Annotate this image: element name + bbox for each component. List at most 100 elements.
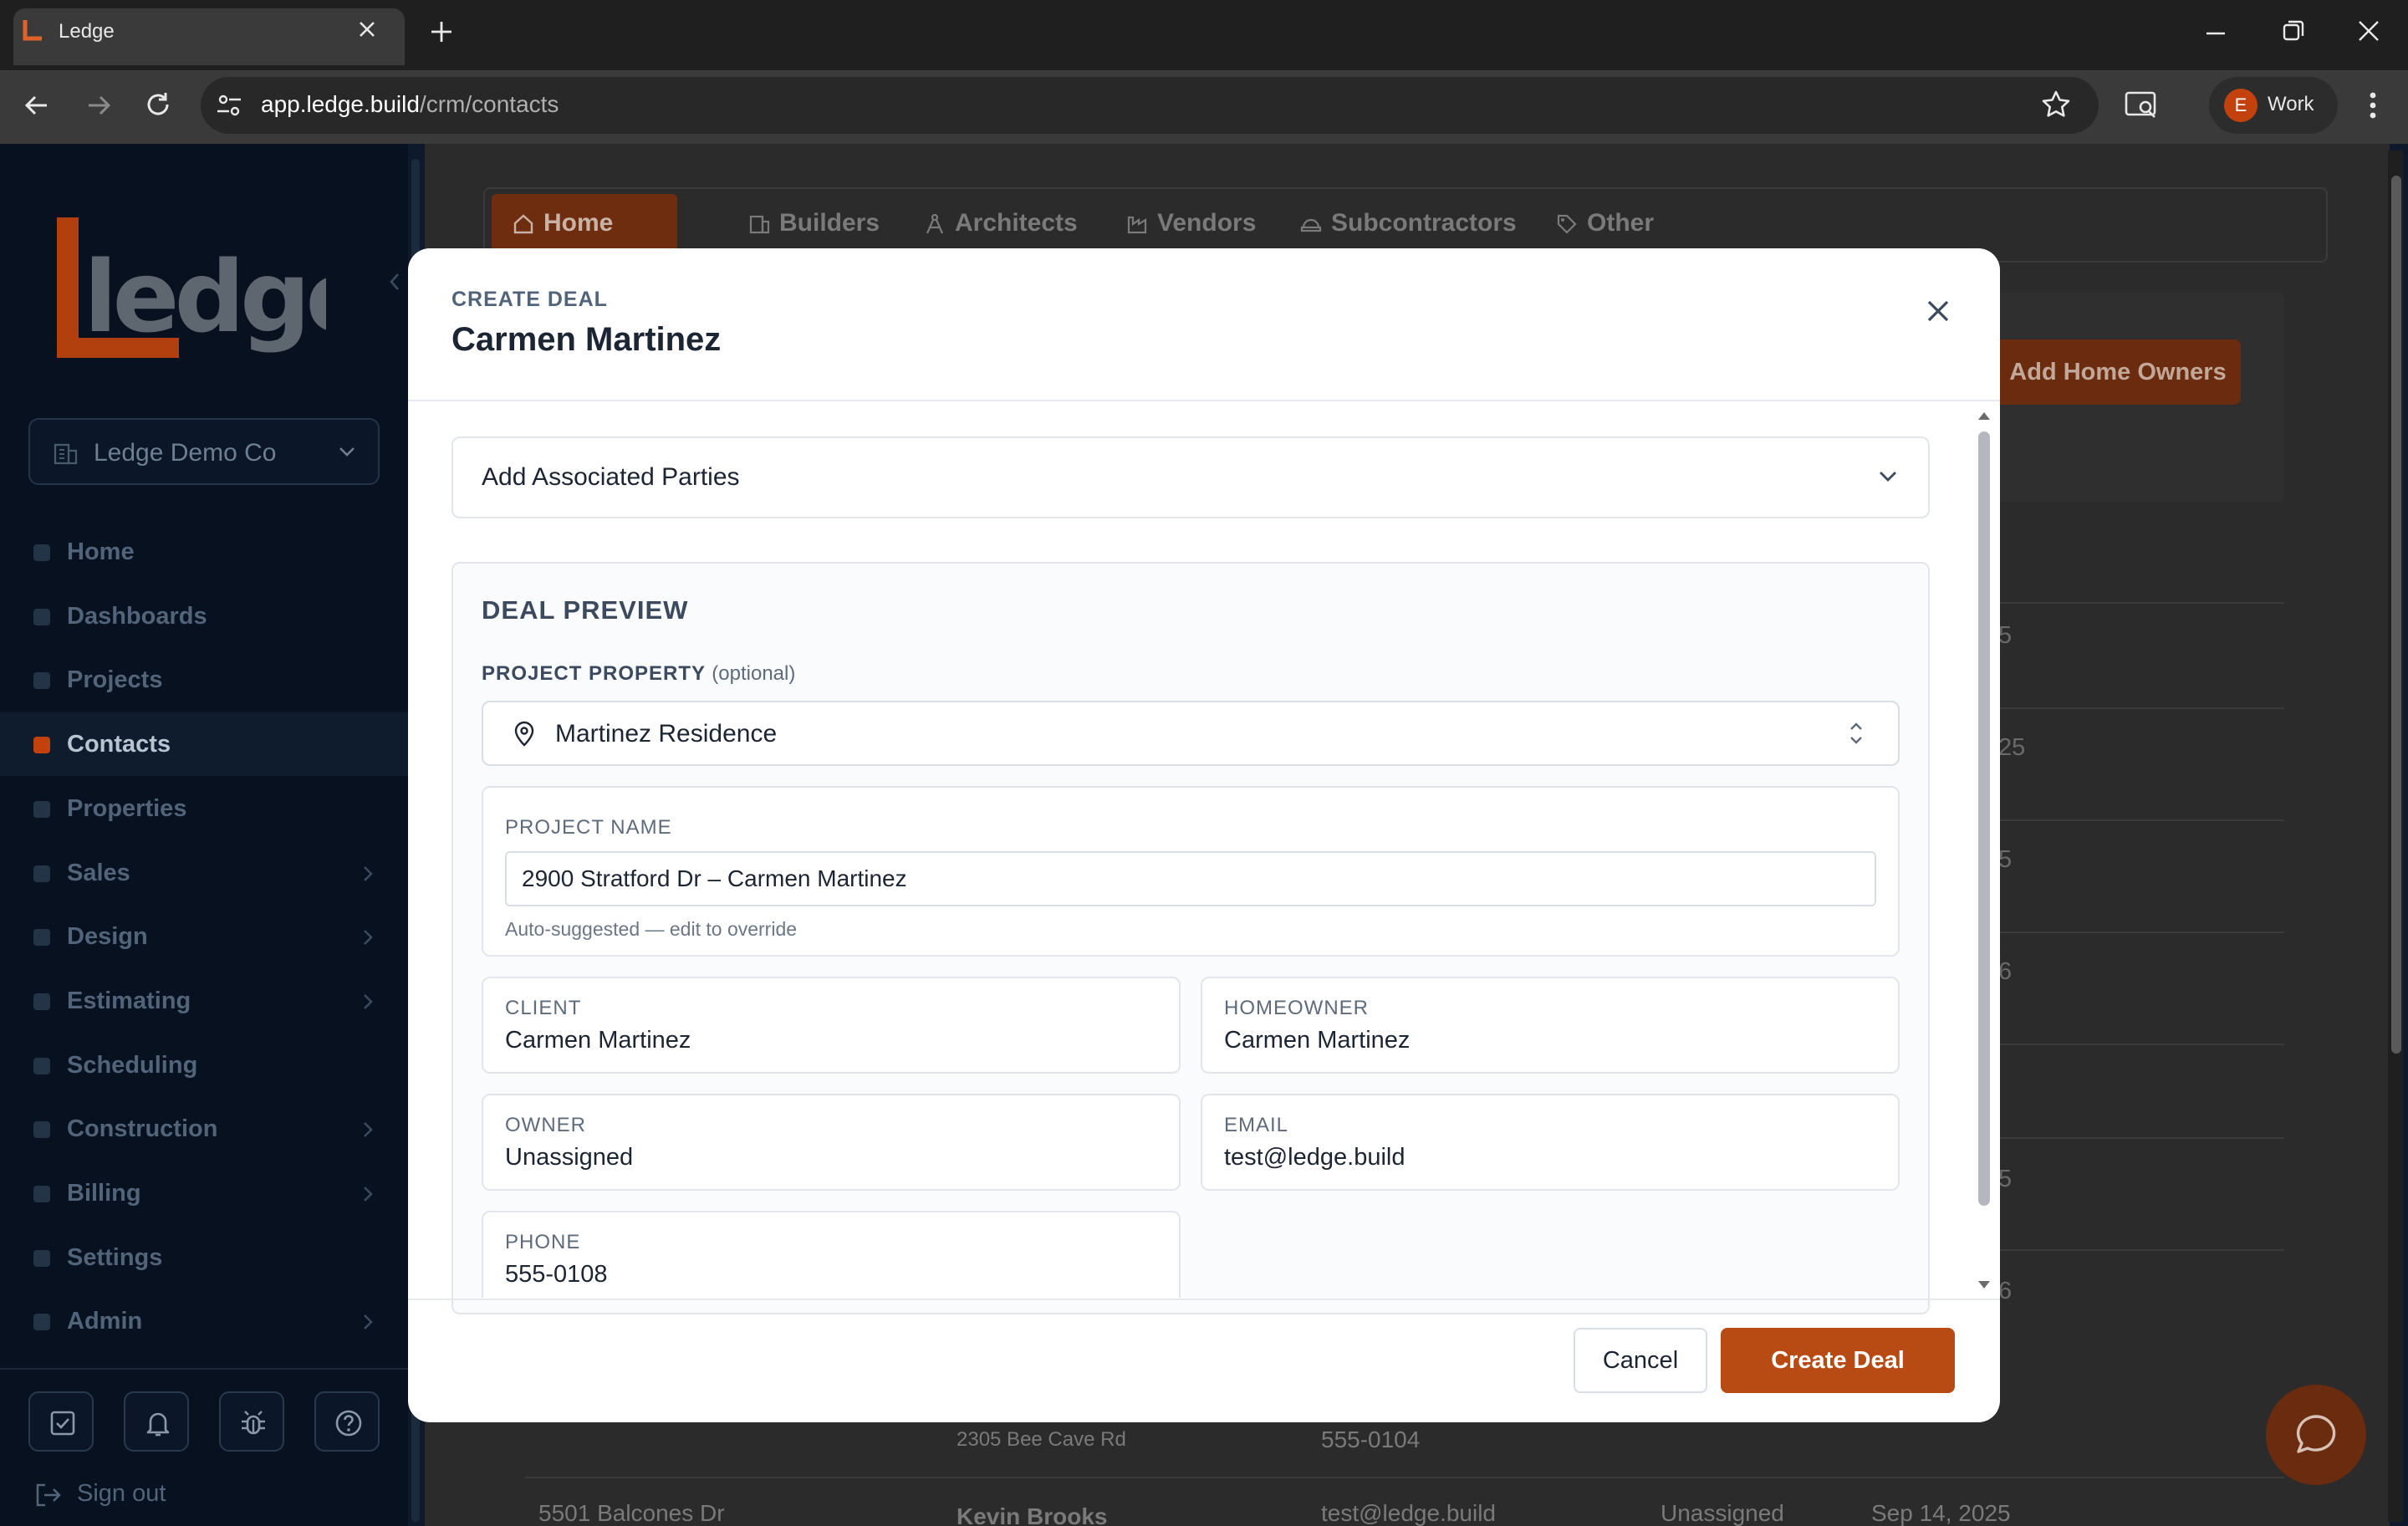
forward-arrow-icon[interactable] <box>84 90 114 120</box>
checkbox-icon <box>50 1411 75 1436</box>
sidebar-item-sales[interactable]: Sales <box>0 841 408 905</box>
sidebar-item-construction[interactable]: Construction <box>0 1097 408 1161</box>
new-tab-icon[interactable] <box>426 17 457 47</box>
building-icon <box>54 443 78 465</box>
sidebar-item-label: Properties <box>67 795 187 822</box>
sidebar-item-label: Projects <box>67 666 163 693</box>
add-home-owners-button[interactable]: Add Home Owners <box>1995 339 2241 405</box>
collapse-sidebar-icon[interactable] <box>386 271 403 293</box>
sidebar-item-label: Home <box>67 538 135 565</box>
chevron-up-down-icon[interactable] <box>1844 719 1868 748</box>
tab-search-icon[interactable] <box>2124 89 2159 120</box>
sidebar-item-admin[interactable]: Admin <box>0 1289 408 1353</box>
sidebar-item-dashboards[interactable]: Dashboards <box>0 584 408 648</box>
page-scrollbar-thumb[interactable] <box>2391 176 2401 1054</box>
window-close-icon[interactable] <box>2356 18 2381 43</box>
help-button[interactable] <box>314 1391 380 1452</box>
url-text[interactable]: app.ledge.build/crm/contacts <box>261 91 559 118</box>
close-tab-icon[interactable] <box>356 18 378 40</box>
row-fragment: 5 <box>1998 846 2013 873</box>
close-icon[interactable] <box>1923 296 1953 326</box>
tasks-button[interactable] <box>28 1391 94 1452</box>
minimize-icon[interactable] <box>2204 22 2227 45</box>
associated-parties-label[interactable]: Add Associated Parties <box>482 463 740 492</box>
modal-header-divider <box>408 400 2000 401</box>
factory-icon <box>1127 216 1147 234</box>
project-property-label: PROJECT PROPERTY (optional) <box>482 662 796 685</box>
chevron-down-icon[interactable] <box>1876 468 1900 485</box>
tab-architects[interactable]: Architects <box>923 194 1078 253</box>
chat-launcher-button[interactable] <box>2266 1385 2366 1485</box>
create-deal-button[interactable]: Create Deal <box>1721 1328 1955 1393</box>
site-info-icon[interactable] <box>214 90 244 120</box>
bookmark-star-icon[interactable] <box>2040 89 2072 120</box>
chat-bubble-icon <box>2296 1415 2336 1453</box>
sidebar-item-scheduling[interactable]: Scheduling <box>0 1033 408 1097</box>
sidebar-item-home[interactable]: Home <box>0 520 408 584</box>
tab-vendors[interactable]: Vendors <box>1125 194 1256 253</box>
nav-bullet-icon <box>33 1186 50 1202</box>
row-fragment: 6 <box>1998 1278 2013 1304</box>
modal-footer-divider <box>408 1299 2000 1300</box>
project-property-value[interactable]: Martinez Residence <box>555 720 777 748</box>
modal-title: Carmen Martinez <box>452 321 722 358</box>
sign-out-icon[interactable] <box>33 1482 62 1508</box>
tab-other[interactable]: Other <box>1555 194 1654 253</box>
email-field: EMAIL test@ledge.build <box>1201 1094 1900 1191</box>
project-name-input[interactable] <box>505 851 1876 906</box>
sidebar-item-contacts[interactable]: Contacts <box>0 712 408 776</box>
row-date: Sep 14, 2025 <box>1871 1500 2011 1526</box>
tab-builders[interactable]: Builders <box>747 194 880 253</box>
chevron-right-icon <box>364 866 373 881</box>
ledge-favicon-icon <box>23 20 42 41</box>
map-pin-icon <box>514 721 534 747</box>
back-arrow-icon[interactable] <box>22 90 52 120</box>
sidebar-item-properties[interactable]: Properties <box>0 777 408 840</box>
nav-bullet-icon <box>33 801 50 818</box>
row-fragment: 5 <box>1998 622 2013 649</box>
nav-bullet-icon <box>33 1250 50 1267</box>
tag-icon <box>1557 214 1577 234</box>
reload-icon[interactable] <box>142 89 174 120</box>
homeowner-field: HOMEOWNER Carmen Martinez <box>1201 977 1900 1074</box>
owner-label: OWNER <box>505 1114 586 1136</box>
sidebar-item-design[interactable]: Design <box>0 905 408 968</box>
row-fragment: 5 <box>1998 1166 2013 1192</box>
modal-eyebrow: CREATE DEAL <box>452 288 608 311</box>
building-icon <box>749 215 770 234</box>
home-icon <box>513 214 533 234</box>
chevron-right-icon <box>364 1314 373 1330</box>
row-address: 2305 Bee Cave Rd <box>957 1428 1126 1451</box>
bug-icon <box>242 1411 265 1435</box>
client-label: CLIENT <box>505 997 582 1019</box>
ledge-logo: ledge <box>57 217 326 358</box>
profile-label[interactable]: Work <box>2268 93 2314 116</box>
project-name-label: PROJECT NAME <box>505 816 672 839</box>
sidebar-item-label: Design <box>67 923 148 950</box>
report-bug-button[interactable] <box>219 1391 284 1452</box>
sidebar-item-label: Estimating <box>67 988 191 1014</box>
row-fragment: 25 <box>1998 734 2026 761</box>
restore-icon[interactable] <box>2281 18 2306 43</box>
scroll-up-arrow-icon[interactable] <box>1977 410 1992 421</box>
chevron-right-icon <box>364 1187 373 1202</box>
notifications-button[interactable] <box>124 1391 189 1452</box>
sign-out-link[interactable]: Sign out <box>77 1480 166 1508</box>
row-name[interactable]: Kevin Brooks <box>957 1503 1108 1526</box>
sidebar-item-billing[interactable]: Billing <box>0 1161 408 1225</box>
phone-label: PHONE <box>505 1231 581 1253</box>
homeowner-label: HOMEOWNER <box>1224 997 1369 1019</box>
tab-home-owners[interactable]: Home Owners <box>492 194 677 295</box>
cancel-button[interactable]: Cancel <box>1574 1328 1707 1393</box>
sidebar-item-estimating[interactable]: Estimating <box>0 969 408 1033</box>
row-email: test@ledge.build <box>1321 1500 1497 1526</box>
nav-bullet-icon <box>33 929 50 946</box>
scroll-down-arrow-icon[interactable] <box>1977 1279 1992 1291</box>
profile-avatar[interactable]: E <box>2224 89 2258 122</box>
modal-scrollbar-thumb[interactable] <box>1978 431 1990 1206</box>
sidebar-item-projects[interactable]: Projects <box>0 648 408 712</box>
tab-subcontractors[interactable]: Subcontractors <box>1299 194 1517 253</box>
help-icon <box>335 1410 362 1437</box>
more-menu-icon[interactable] <box>2365 89 2381 122</box>
sidebar-item-settings[interactable]: Settings <box>0 1226 408 1289</box>
